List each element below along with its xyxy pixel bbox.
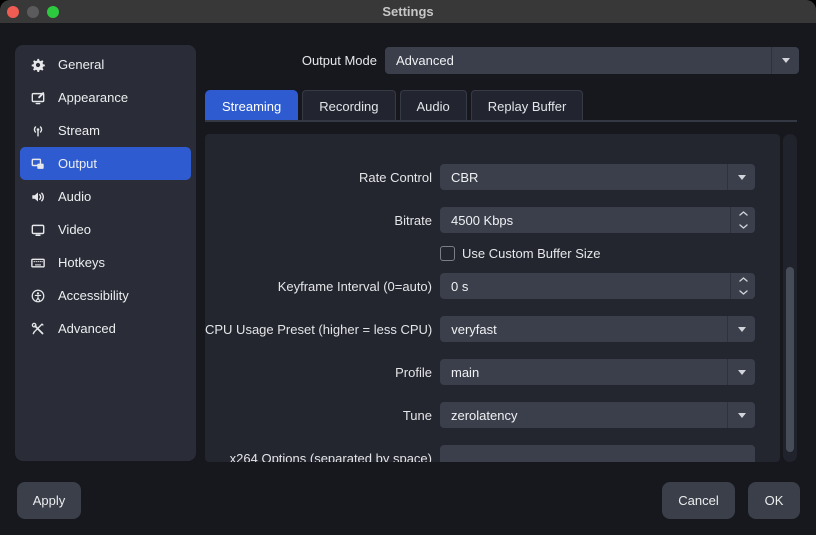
tab-underline: [205, 120, 797, 122]
sidebar-item-output[interactable]: Output: [20, 147, 191, 180]
scrollbar-thumb[interactable]: [786, 267, 794, 452]
tune-value: zerolatency: [451, 407, 518, 423]
keyframe-interval-0-auto-value: 0 s: [451, 278, 469, 294]
output-tabs: Streaming Recording Audio Replay Buffer: [205, 90, 584, 121]
spin-up-icon[interactable]: [731, 273, 755, 286]
tab-recording[interactable]: Recording: [302, 90, 396, 121]
sidebar-nav: General Appearance Stream Output Audio Video H…: [15, 45, 196, 461]
field-label: Tune: [402, 407, 432, 423]
field-label: Keyframe Interval (0=auto): [277, 278, 432, 294]
tab-audio[interactable]: Audio: [399, 90, 467, 121]
settings-row-tune: Tune zerolatency: [205, 402, 780, 428]
settings-row-use-custom-buffer-size: Use Custom Buffer Size: [205, 246, 780, 261]
sidebar-item-label: Hotkeys: [58, 255, 105, 270]
tab-label: Replay Buffer: [487, 98, 567, 114]
sidebar-item-video[interactable]: Video: [20, 213, 191, 246]
hotkeys-icon: [31, 256, 45, 270]
settings-row-bitrate: Bitrate 4500 Kbps: [205, 207, 780, 233]
sidebar-item-label: Stream: [58, 123, 100, 138]
title-bar: Settings: [0, 0, 816, 23]
output-mode-value: Advanced: [396, 53, 454, 68]
sidebar-item-appearance[interactable]: Appearance: [20, 81, 191, 114]
chevron-down-icon[interactable]: [727, 316, 755, 342]
checkbox-label: Use Custom Buffer Size: [462, 246, 601, 261]
spinner-buttons: [730, 207, 755, 233]
appearance-icon: [31, 91, 45, 105]
output-mode-dropdown[interactable]: Advanced: [385, 47, 799, 74]
sidebar-item-advanced[interactable]: Advanced: [20, 312, 191, 345]
sidebar-item-accessibility[interactable]: Accessibility: [20, 279, 191, 312]
bitrate-spinner[interactable]: 4500 Kbps: [440, 207, 755, 233]
tab-label: Recording: [319, 98, 379, 114]
settings-row-x264-options-separated-by-space: x264 Options (separated by space): [205, 445, 780, 462]
sidebar-item-hotkeys[interactable]: Hotkeys: [20, 246, 191, 279]
x264-options-separated-by-space-input[interactable]: [440, 445, 755, 462]
apply-button[interactable]: Apply: [17, 482, 81, 519]
profile-dropdown[interactable]: main: [440, 359, 755, 385]
settings-row-profile: Profile main: [205, 359, 780, 385]
use-custom-buffer-size-checkbox-row: Use Custom Buffer Size: [440, 246, 600, 261]
tab-label: Streaming: [222, 98, 282, 114]
gear-icon: [31, 58, 45, 72]
sidebar-item-label: Video: [58, 222, 92, 237]
accessibility-icon: [31, 289, 45, 303]
field-label: Rate Control: [359, 169, 432, 185]
profile-value: main: [451, 364, 480, 380]
keyframe-interval-0-auto-spinner[interactable]: 0 s: [440, 273, 755, 299]
sidebar-item-general[interactable]: General: [20, 48, 191, 81]
use-custom-buffer-size-checkbox[interactable]: [440, 246, 455, 261]
bitrate-value: 4500 Kbps: [451, 212, 514, 228]
sidebar-item-label: General: [58, 57, 105, 72]
rate-control-value: CBR: [451, 169, 479, 185]
settings-row-cpu-usage-preset-higher-less-cpu: CPU Usage Preset (higher = less CPU) very…: [205, 316, 780, 342]
sidebar-item-stream[interactable]: Stream: [20, 114, 191, 147]
cpu-usage-preset-higher-less-cpu-value: veryfast: [451, 321, 497, 337]
sidebar-item-audio[interactable]: Audio: [20, 180, 191, 213]
ok-button[interactable]: OK: [748, 482, 800, 519]
advanced-icon: [31, 322, 45, 336]
field-label: Bitrate: [394, 212, 432, 228]
output-mode-label: Output Mode: [301, 53, 377, 68]
tab-replay-buffer[interactable]: Replay Buffer: [470, 90, 584, 121]
spinner-buttons: [730, 273, 755, 299]
sidebar-item-label: Accessibility: [58, 288, 129, 303]
spin-down-icon[interactable]: [731, 286, 755, 299]
streaming-settings-panel: Rate Control CBR Bitrate 4500 Kbps Use Custo…: [205, 134, 780, 462]
tune-dropdown[interactable]: zerolatency: [440, 402, 755, 428]
field-label: x264 Options (separated by space): [229, 450, 432, 463]
chevron-down-icon[interactable]: [771, 47, 799, 74]
tab-label: Audio: [416, 98, 450, 114]
rate-control-dropdown[interactable]: CBR: [440, 164, 755, 190]
chevron-down-icon[interactable]: [727, 402, 755, 428]
settings-row-rate-control: Rate Control CBR: [205, 164, 780, 190]
audio-icon: [31, 190, 45, 204]
spin-down-icon[interactable]: [731, 220, 755, 233]
settings-window: Settings General Appearance Stream Output Au…: [0, 0, 816, 535]
spin-up-icon[interactable]: [731, 207, 755, 220]
settings-row-keyframe-interval-0-auto: Keyframe Interval (0=auto) 0 s: [205, 273, 780, 299]
chevron-down-icon[interactable]: [727, 164, 755, 190]
cpu-usage-preset-higher-less-cpu-dropdown[interactable]: veryfast: [440, 316, 756, 342]
tab-streaming[interactable]: Streaming: [205, 90, 299, 121]
video-icon: [31, 223, 45, 237]
sidebar-item-label: Advanced: [58, 321, 116, 336]
vertical-scrollbar[interactable]: [783, 134, 797, 462]
sidebar-item-label: Appearance: [58, 90, 129, 105]
field-label: CPU Usage Preset (higher = less CPU): [205, 321, 433, 337]
cancel-button[interactable]: Cancel: [662, 482, 735, 519]
field-label: Profile: [395, 364, 432, 380]
sidebar-item-label: Output: [58, 156, 98, 171]
output-icon: [31, 157, 45, 171]
chevron-down-icon[interactable]: [727, 359, 755, 385]
window-title: Settings: [382, 4, 434, 19]
output-mode-row: Output Mode Advanced: [205, 47, 799, 74]
stream-icon: [31, 124, 45, 138]
sidebar-item-label: Audio: [58, 189, 92, 204]
